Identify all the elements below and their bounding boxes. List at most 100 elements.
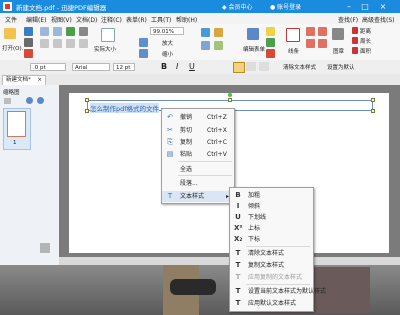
submenu-item[interactable]: B 加粗 [230, 190, 313, 201]
align-right-button[interactable] [259, 62, 269, 71]
underline-button[interactable]: U [189, 62, 195, 71]
set-default-button[interactable]: 设置为默认 [327, 63, 355, 71]
context-menu-item[interactable]: T 文本样式 ▸ [162, 191, 234, 202]
zoom-out-label[interactable]: 缩小 [162, 50, 173, 58]
line-label[interactable]: 线条 [288, 47, 299, 55]
area-icon[interactable] [352, 47, 358, 54]
menu-help[interactable]: 帮助(H) [176, 15, 197, 24]
thumbnail-menu-icon[interactable] [4, 98, 11, 104]
perimeter-label[interactable]: 周长 [360, 37, 371, 45]
submenu-item[interactable]: X² 上标 [230, 223, 313, 234]
line-tool-icon[interactable] [286, 28, 300, 42]
text-tool-icon[interactable] [201, 28, 210, 37]
advanced-find-button[interactable]: 高级查找(S) [362, 15, 395, 24]
menu-file[interactable]: 文件 [5, 15, 17, 24]
zoom-out-icon[interactable] [139, 49, 148, 58]
ellipse-icon[interactable] [318, 27, 327, 36]
italic-button[interactable]: I [176, 62, 178, 71]
attachment-icon[interactable] [214, 41, 223, 50]
actual-size-label[interactable]: 实际大小 [94, 45, 116, 53]
selected-document-text[interactable]: 怎么制作pdf格式的文件 [90, 103, 160, 113]
resize-handle[interactable] [85, 109, 89, 113]
submenu-item[interactable]: U 下划线 [230, 212, 313, 223]
find-button[interactable]: 查找(F) [338, 15, 358, 24]
submenu-item[interactable]: X₂ 下标 [230, 234, 313, 245]
context-menu-item[interactable]: ✂ 剪切 Ctrl+X [162, 125, 234, 136]
clear-text-style-button[interactable]: 清除文本样式 [283, 63, 316, 71]
page-first-icon[interactable] [40, 39, 49, 48]
context-menu-item[interactable]: ▤ 粘贴 Ctrl+V [162, 149, 234, 160]
highlight-icon[interactable] [266, 27, 275, 36]
cloud-icon[interactable] [318, 39, 327, 48]
area-label[interactable]: 面积 [360, 47, 371, 55]
vip-center-link[interactable]: ◆ 会员中心 [222, 2, 253, 11]
minimize-button[interactable]: – [342, 0, 356, 13]
open-folder-icon[interactable] [4, 28, 16, 39]
menu-tools[interactable]: 工具(T) [151, 15, 171, 24]
tab-close-icon[interactable]: × [37, 76, 42, 85]
print-icon[interactable] [24, 38, 33, 47]
hand-tool-icon[interactable] [66, 27, 75, 36]
submenu-item[interactable]: T 清除文本样式 [230, 248, 313, 259]
close-button[interactable]: × [376, 0, 390, 13]
align-left-button[interactable] [233, 62, 245, 73]
zoom-in-label[interactable]: 放大 [162, 39, 173, 47]
underline-mark-icon[interactable] [266, 38, 275, 47]
account-login-link[interactable]: ● 账号登录 [270, 2, 301, 11]
page-last-icon[interactable] [79, 39, 88, 48]
submenu-label: 倾斜 [248, 203, 261, 210]
context-menu-item[interactable]: 全选 [162, 164, 234, 175]
perimeter-icon[interactable] [352, 37, 358, 44]
zoom-select[interactable]: 99.01% [150, 27, 184, 35]
menu-comment[interactable]: 注释(C) [101, 15, 122, 24]
menu-document[interactable]: 文档(D) [76, 15, 97, 24]
context-menu-item[interactable]: ↶ 撤销 Ctrl+Z [162, 112, 234, 123]
resize-handle[interactable] [228, 98, 232, 102]
polygon-icon[interactable] [306, 39, 315, 48]
distance-icon[interactable] [352, 27, 358, 34]
submenu-item[interactable]: I 倾斜 [230, 201, 313, 212]
resize-handle[interactable] [371, 109, 375, 113]
undo-icon[interactable] [40, 27, 49, 36]
bold-button[interactable]: B [161, 62, 167, 71]
context-menu-item[interactable]: ⎘ 复制 Ctrl+C [162, 137, 234, 148]
submenu-item[interactable]: T 应用默认文本样式 [230, 298, 313, 309]
rotate-handle[interactable] [228, 93, 232, 97]
submenu-item[interactable]: T 设置当前文本样式为默认样式 [230, 286, 326, 297]
email-icon[interactable] [24, 49, 33, 58]
actual-size-icon[interactable] [101, 28, 115, 42]
note-icon[interactable] [214, 28, 223, 37]
resize-handle[interactable] [85, 98, 89, 102]
save-icon[interactable] [24, 27, 33, 36]
font-name-select[interactable]: Arial [72, 63, 110, 71]
submenu-item[interactable]: T 复制文本样式 [230, 260, 313, 271]
distance-label[interactable]: 距离 [360, 27, 371, 35]
apply-style-icon: T [235, 273, 241, 281]
edit-form-icon[interactable] [247, 28, 259, 40]
thumbnail-zoom-in-icon[interactable] [26, 97, 33, 104]
rectangle-icon[interactable] [306, 27, 315, 36]
context-menu-item[interactable]: 段落... [162, 178, 234, 189]
redo-icon[interactable] [53, 27, 62, 36]
menu-view[interactable]: 视图(V) [51, 15, 72, 24]
align-center-button[interactable] [246, 62, 256, 71]
stamp-label[interactable]: 图章 [333, 47, 344, 55]
zoom-in-icon[interactable] [139, 38, 148, 47]
thumbnail-zoom-out-icon[interactable] [37, 97, 44, 104]
menu-edit[interactable]: 编辑(E) [26, 15, 46, 24]
tab-new-document[interactable]: 新建文档* × [2, 75, 46, 85]
snapshot-icon[interactable] [79, 27, 88, 36]
maximize-button[interactable]: □ [358, 0, 372, 13]
strikeout-icon[interactable] [266, 49, 275, 58]
line-spacing-input[interactable]: .0 pt [30, 63, 66, 71]
link-icon[interactable] [201, 41, 210, 50]
submenu-item[interactable]: T 应用复制的文本样式 [230, 272, 313, 283]
font-size-select[interactable]: 12 pt [113, 63, 135, 71]
stamp-icon[interactable] [332, 28, 344, 40]
page-prev-icon[interactable] [53, 39, 62, 48]
edit-form-label[interactable]: 编辑表单 [243, 45, 265, 53]
menu-form[interactable]: 表单(R) [126, 15, 147, 24]
pages-stack-icon [40, 243, 50, 253]
page-next-icon[interactable] [66, 39, 75, 48]
resize-handle[interactable] [371, 98, 375, 102]
